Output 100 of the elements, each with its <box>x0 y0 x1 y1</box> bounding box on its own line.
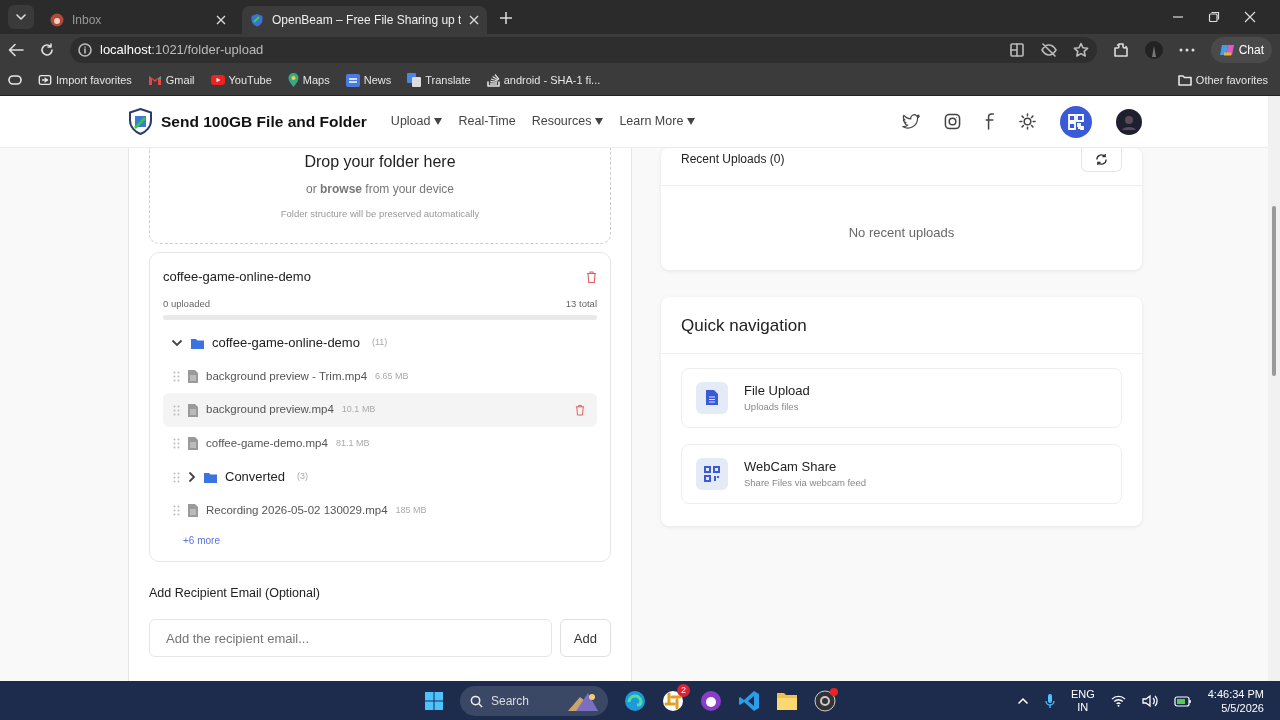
caret-icon <box>687 118 696 125</box>
nav-link[interactable]: Learn More <box>619 112 696 131</box>
more-link[interactable]: +6 more <box>183 533 220 549</box>
news-icon <box>345 73 360 87</box>
folder-name: coffee-game-online-demo <box>212 334 360 353</box>
nav-link[interactable]: Upload <box>390 112 443 131</box>
add-button[interactable]: Add <box>559 619 611 658</box>
star-icon[interactable] <box>1072 41 1089 58</box>
f-letter-icon[interactable] <box>985 113 995 130</box>
close-icon[interactable] <box>1244 11 1256 23</box>
folder-app-icon[interactable] <box>776 691 798 711</box>
notification-badge: 2 <box>677 684 690 697</box>
caret-icon <box>595 118 604 125</box>
tab-list-icon[interactable] <box>15 11 27 23</box>
bookmark-link[interactable]: News <box>345 71 392 89</box>
bookmark-link[interactable]: Maps <box>287 71 330 89</box>
browser-tab[interactable]: OpenBeam – Free File Sharing up t <box>242 6 488 34</box>
status-dot <box>830 688 838 696</box>
bookmark-link[interactable]: Gmail <box>147 71 195 89</box>
logo-shield-icon <box>128 108 153 135</box>
record-app-icon[interactable] <box>814 690 836 712</box>
nav-link[interactable]: Real-Time <box>458 112 516 131</box>
refresh-button[interactable] <box>1081 148 1122 172</box>
item-count: (11) <box>371 336 388 350</box>
code-editor-icon[interactable] <box>738 690 760 712</box>
file-icon <box>188 403 198 417</box>
chevron-down-icon[interactable] <box>171 339 183 347</box>
item-count: (3) <box>297 470 308 484</box>
uploaded-count: 0 uploaded <box>163 297 211 311</box>
file-icon <box>188 370 198 383</box>
wifi-icon[interactable] <box>1110 695 1126 707</box>
video-icon <box>210 75 225 85</box>
taskbar-search[interactable]: Search <box>460 686 608 716</box>
file-row[interactable]: background preview - Trim.mp4 6.65 MB <box>163 359 597 394</box>
trash-icon[interactable] <box>586 271 597 283</box>
sidebar-icon[interactable] <box>8 75 22 85</box>
bird-icon[interactable] <box>902 113 920 130</box>
close-icon[interactable] <box>216 15 226 25</box>
translate-icon <box>407 73 422 87</box>
card-title: Recent Uploads (0) <box>681 151 785 168</box>
folder-title: coffee-game-online-demo <box>163 268 311 287</box>
quick-link[interactable]: WebCam Share Share Files via webcam feed <box>681 443 1122 504</box>
total-count: 13 total <box>565 297 597 311</box>
sun-icon[interactable] <box>1019 113 1036 130</box>
qr-code-icon[interactable] <box>1060 105 1092 138</box>
file-row[interactable]: coffee-game-demo.mp4 81.1 MB <box>163 426 597 461</box>
clock[interactable]: 4:46:34 PM 5/5/2026 <box>1207 686 1264 716</box>
split-screen-icon[interactable] <box>1008 41 1025 58</box>
profile-avatar-icon[interactable] <box>1144 40 1163 59</box>
close-icon[interactable] <box>469 15 480 25</box>
back-icon[interactable] <box>8 42 24 57</box>
new-tab-icon[interactable] <box>499 10 514 25</box>
qr-code-icon <box>704 465 720 482</box>
brand-title: Send 100GB File and Folder <box>161 111 367 132</box>
file-row[interactable]: Recording 2026-05-02 130029.mp4 185 MB <box>163 493 597 528</box>
restore-icon[interactable] <box>1208 11 1220 23</box>
bookmark-link[interactable]: YouTube <box>210 71 272 89</box>
other-favorites-link[interactable]: Other favorites <box>1177 71 1272 89</box>
refresh-icon <box>1095 153 1108 166</box>
nav-link[interactable]: Resources <box>531 112 604 131</box>
address-bar[interactable]: localhost:1021/folder-upload <box>70 36 1097 63</box>
folder-icon <box>191 337 204 349</box>
extensions-icon[interactable] <box>1112 41 1129 58</box>
browser-tab[interactable]: Inbox <box>42 6 234 34</box>
drag-handle-icon[interactable] <box>173 471 180 483</box>
microphone-icon[interactable] <box>1044 693 1055 709</box>
reload-icon[interactable] <box>40 42 54 57</box>
document-icon <box>706 390 718 405</box>
bookmark-link[interactable]: Translate <box>407 71 471 89</box>
camera-icon[interactable] <box>944 113 961 130</box>
scrollbar-thumb[interactable] <box>1272 206 1276 376</box>
bookmark-link[interactable]: Import favorites <box>38 71 132 89</box>
drag-handle-icon[interactable] <box>173 438 180 449</box>
browse-hint: or browse from your device <box>305 181 455 198</box>
email-field[interactable]: Add the recipient email... <box>149 619 552 658</box>
battery-icon[interactable] <box>1173 695 1192 707</box>
shield-icon <box>250 13 264 27</box>
drag-handle-icon[interactable] <box>173 404 180 416</box>
map-pin-icon <box>287 73 299 87</box>
folder-note: Folder structure will be preserved automatically <box>280 207 480 221</box>
start-icon[interactable] <box>424 691 444 711</box>
user-avatar-icon[interactable] <box>1116 108 1142 135</box>
speaker-icon[interactable] <box>1141 694 1158 708</box>
chevron-up-icon[interactable] <box>1016 697 1029 705</box>
mail-icon <box>147 74 162 86</box>
language-indicator[interactable]: ENG IN <box>1070 687 1095 715</box>
drag-handle-icon[interactable] <box>173 371 180 382</box>
empty-message: No recent uploads <box>848 225 955 240</box>
bookmark-link[interactable]: android - SHA-1 fi... <box>486 71 601 89</box>
trash-icon[interactable] <box>575 404 585 416</box>
folder-name: Converted <box>225 468 285 487</box>
import-icon <box>38 73 52 87</box>
chevron-right-icon[interactable] <box>188 471 196 483</box>
more-icon[interactable] <box>1178 47 1195 52</box>
quick-link[interactable]: File Upload Uploads files <box>681 367 1122 428</box>
file-row[interactable]: background preview.mp4 10.1 MB <box>163 393 597 427</box>
drag-handle-icon[interactable] <box>173 505 180 516</box>
tracking-off-icon[interactable] <box>1040 41 1057 58</box>
chat-button[interactable]: Chat <box>1210 36 1272 63</box>
folder-icon <box>1177 74 1192 86</box>
